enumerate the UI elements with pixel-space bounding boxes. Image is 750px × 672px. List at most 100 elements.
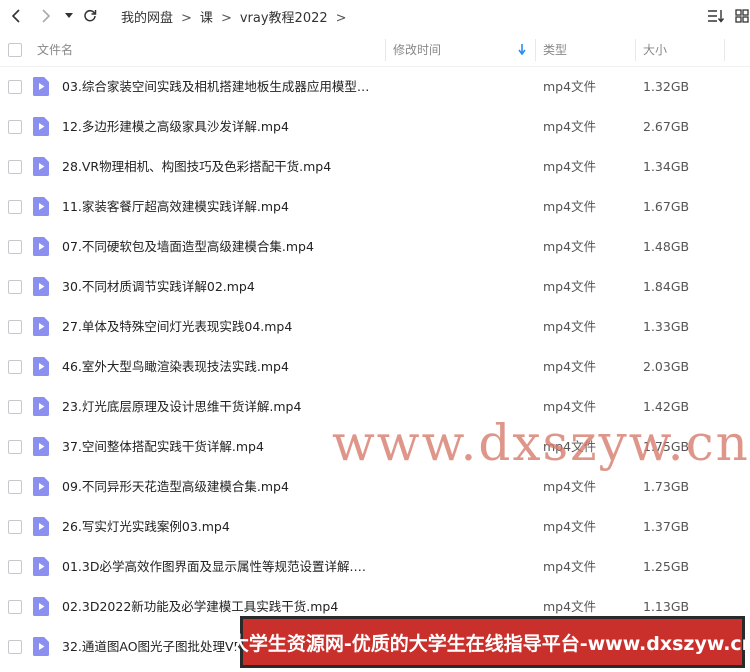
breadcrumb-item-course[interactable]: 课: [200, 7, 213, 26]
row-checkbox[interactable]: [8, 320, 22, 334]
row-checkbox[interactable]: [8, 600, 22, 614]
file-row[interactable]: 26.写实灯光实践案例03.mp4 mp4文件 1.37GB: [0, 507, 750, 547]
file-size: 1.32GB: [643, 79, 690, 94]
file-row[interactable]: 23.灯光底层原理及设计思维干货详解.mp4 mp4文件 1.42GB: [0, 387, 750, 427]
column-divider[interactable]: [385, 39, 386, 61]
file-name: 03.综合家装空间实践及相机搭建地板生成器应用模型调...: [62, 79, 374, 94]
file-size: 2.67GB: [643, 119, 690, 134]
file-size: 1.42GB: [643, 399, 690, 414]
chevron-right-icon: [42, 9, 51, 23]
file-row[interactable]: 46.室外大型鸟瞰渲染表现技法实践.mp4 mp4文件 2.03GB: [0, 347, 750, 387]
refresh-button[interactable]: [80, 6, 100, 26]
breadcrumb-item-current[interactable]: vray教程2022: [240, 7, 328, 26]
toolbar: 我的网盘 > 课 > vray教程2022 >: [0, 0, 750, 32]
row-checkbox[interactable]: [8, 360, 22, 374]
column-header-size[interactable]: 大小: [643, 33, 667, 66]
row-checkbox[interactable]: [8, 80, 22, 94]
file-row[interactable]: 28.VR物理相机、构图技巧及色彩搭配干货.mp4 mp4文件 1.34GB: [0, 147, 750, 187]
breadcrumb: 我的网盘 > 课 > vray教程2022 >: [121, 7, 355, 26]
breadcrumb-item-root[interactable]: 我的网盘: [121, 7, 173, 26]
refresh-icon: [84, 9, 97, 22]
file-size: 1.33GB: [643, 319, 690, 334]
sort-desc-icon: [518, 33, 526, 66]
breadcrumb-separator: >: [220, 11, 232, 26]
row-checkbox[interactable]: [8, 480, 22, 494]
file-type: mp4文件: [543, 239, 597, 254]
video-file-icon: [33, 197, 49, 216]
file-name: 26.写实灯光实践案例03.mp4: [62, 519, 230, 534]
grid-view-button[interactable]: [732, 6, 750, 26]
forward-button[interactable]: [36, 6, 56, 26]
file-type: mp4文件: [543, 519, 597, 534]
file-row[interactable]: 07.不同硬软包及墙面造型高级建模合集.mp4 mp4文件 1.48GB: [0, 227, 750, 267]
file-type: mp4文件: [543, 559, 597, 574]
column-header-name[interactable]: 文件名: [37, 33, 73, 66]
file-size: 1.37GB: [643, 519, 690, 534]
row-checkbox[interactable]: [8, 200, 22, 214]
file-name: 01.3D必学高效作图界面及显示属性等规范设置详解.mp4: [62, 559, 374, 574]
file-name: 37.空间整体搭配实践干货详解.mp4: [62, 439, 264, 454]
row-checkbox[interactable]: [8, 120, 22, 134]
column-divider[interactable]: [635, 39, 636, 61]
file-row[interactable]: 37.空间整体搭配实践干货详解.mp4 mp4文件 1.75GB: [0, 427, 750, 467]
video-file-icon: [33, 477, 49, 496]
file-row[interactable]: 27.单体及特殊空间灯光表现实践04.mp4 mp4文件 1.33GB: [0, 307, 750, 347]
column-header-type[interactable]: 类型: [543, 33, 567, 66]
file-name: 23.灯光底层原理及设计思维干货详解.mp4: [62, 399, 302, 414]
file-row[interactable]: 11.家装客餐厅超高效建模实践详解.mp4 mp4文件 1.67GB: [0, 187, 750, 227]
video-file-icon: [33, 637, 49, 656]
file-size: 1.67GB: [643, 199, 690, 214]
file-size: 1.34GB: [643, 159, 690, 174]
file-size: 1.48GB: [643, 239, 690, 254]
video-file-icon: [33, 277, 49, 296]
promo-banner: 大学生资源网-优质的大学生在线指导平台-www.dxszyw.cn: [230, 616, 750, 668]
video-file-icon: [33, 317, 49, 336]
file-size: 2.03GB: [643, 359, 690, 374]
video-file-icon: [33, 357, 49, 376]
back-button[interactable]: [6, 6, 26, 26]
video-file-icon: [33, 117, 49, 136]
file-name: 30.不同材质调节实践详解02.mp4: [62, 279, 255, 294]
column-divider[interactable]: [535, 39, 536, 61]
file-type: mp4文件: [543, 399, 597, 414]
sort-view-button[interactable]: [706, 6, 726, 26]
file-type: mp4文件: [543, 159, 597, 174]
file-name: 09.不同异形天花造型高级建模合集.mp4: [62, 479, 289, 494]
file-row[interactable]: 09.不同异形天花造型高级建模合集.mp4 mp4文件 1.73GB: [0, 467, 750, 507]
history-dropdown-button[interactable]: [62, 6, 76, 26]
video-file-icon: [33, 237, 49, 256]
sort-list-icon: [708, 10, 725, 23]
file-size: 1.84GB: [643, 279, 690, 294]
column-divider[interactable]: [724, 39, 725, 61]
file-type: mp4文件: [543, 479, 597, 494]
row-checkbox[interactable]: [8, 160, 22, 174]
file-row[interactable]: 03.综合家装空间实践及相机搭建地板生成器应用模型调... mp4文件 1.32…: [0, 67, 750, 107]
file-row[interactable]: 12.多边形建模之高级家具沙发详解.mp4 mp4文件 2.67GB: [0, 107, 750, 147]
file-type: mp4文件: [543, 319, 597, 334]
file-type: mp4文件: [543, 279, 597, 294]
file-name: 27.单体及特殊空间灯光表现实践04.mp4: [62, 319, 293, 334]
row-checkbox[interactable]: [8, 240, 22, 254]
file-name: 07.不同硬软包及墙面造型高级建模合集.mp4: [62, 239, 314, 254]
file-size: 1.25GB: [643, 559, 690, 574]
row-checkbox[interactable]: [8, 400, 22, 414]
file-row[interactable]: 01.3D必学高效作图界面及显示属性等规范设置详解.mp4 mp4文件 1.25…: [0, 547, 750, 587]
video-file-icon: [33, 77, 49, 96]
file-type: mp4文件: [543, 79, 597, 94]
breadcrumb-separator: >: [335, 11, 347, 26]
row-checkbox[interactable]: [8, 440, 22, 454]
row-checkbox[interactable]: [8, 640, 22, 654]
file-type: mp4文件: [543, 199, 597, 214]
column-header-modified[interactable]: 修改时间: [393, 33, 441, 66]
file-row[interactable]: 30.不同材质调节实践详解02.mp4 mp4文件 1.84GB: [0, 267, 750, 307]
file-name: 28.VR物理相机、构图技巧及色彩搭配干货.mp4: [62, 159, 332, 174]
file-size: 1.75GB: [643, 439, 690, 454]
file-size: 1.73GB: [643, 479, 690, 494]
row-checkbox[interactable]: [8, 560, 22, 574]
video-file-icon: [33, 597, 49, 616]
row-checkbox[interactable]: [8, 280, 22, 294]
breadcrumb-separator: >: [181, 11, 192, 26]
row-checkbox[interactable]: [8, 520, 22, 534]
chevron-left-icon: [11, 9, 20, 23]
select-all-checkbox[interactable]: [8, 43, 22, 57]
